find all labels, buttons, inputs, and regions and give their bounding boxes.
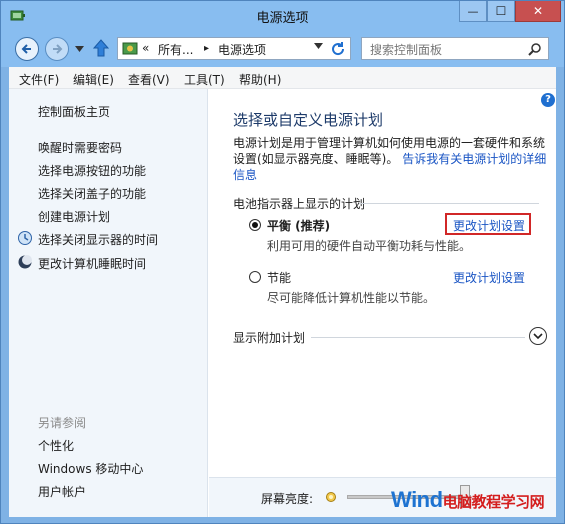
search-box[interactable]: 搜索控制面板 — [361, 37, 549, 60]
watermark-part2: 电脑教程学习网 — [442, 494, 545, 511]
close-icon: ✕ — [532, 4, 544, 18]
sidebar-item-create-plan[interactable]: 创建电源计划 — [38, 208, 110, 225]
back-arrow-icon — [21, 44, 31, 54]
sidebar-item-power-button[interactable]: 选择电源按钮的功能 — [38, 162, 146, 179]
search-input[interactable]: 搜索控制面板 — [370, 41, 442, 58]
menu-tools[interactable]: 工具(T) — [184, 71, 225, 88]
see-also-heading: 另请参阅 — [38, 416, 87, 430]
maximize-icon: ☐ — [495, 4, 507, 18]
page-title: 选择或自定义电源计划 — [233, 111, 384, 129]
sidebar-control-panel-home[interactable]: 控制面板主页 — [38, 103, 110, 120]
title-bar: 电源选项 — ☐ ✕ — [1, 1, 564, 31]
sidebar-item-wake-password[interactable]: 唤醒时需要密码 — [38, 139, 122, 156]
learn-more-link[interactable]: 告诉我有关电源计划的详细 — [402, 152, 546, 166]
see-also-mobility-center[interactable]: Windows 移动中心 — [38, 460, 143, 477]
menu-view[interactable]: 查看(V) — [128, 71, 170, 88]
window: 电源选项 — ☐ ✕ « 所有... ▸ 电源选项 搜索控制面板 文件(F) 编… — [0, 0, 565, 524]
display-timer-icon — [18, 231, 32, 245]
page-description: 电源计划是用于管理计算机如何使用电源的一套硬件和系统 设置(如显示器亮度、睡眠等… — [233, 135, 549, 183]
address-overflow-icon[interactable]: « — [142, 41, 149, 55]
plan-power-saver-name[interactable]: 节能 — [267, 269, 291, 286]
recent-pages-chevron-icon[interactable] — [75, 46, 84, 52]
breadcrumb-all-items[interactable]: 所有... — [158, 41, 193, 58]
brightness-sun-icon — [326, 492, 336, 502]
section-battery-plans: 电池指示器上显示的计划 — [233, 197, 366, 211]
forward-arrow-icon — [53, 44, 63, 54]
back-button[interactable] — [15, 37, 39, 61]
menu-edit[interactable]: 编辑(E) — [73, 71, 114, 88]
chevron-down-icon — [533, 332, 543, 339]
breadcrumb-separator-icon[interactable]: ▸ — [204, 43, 209, 54]
address-history-chevron-icon[interactable] — [314, 43, 323, 49]
plan-balanced-name[interactable]: 平衡 (推荐) — [267, 217, 330, 234]
help-icon[interactable]: ? — [541, 93, 555, 107]
close-button[interactable]: ✕ — [515, 1, 561, 22]
content-area: 控制面板主页 唤醒时需要密码 选择电源按钮的功能 选择关闭盖子的功能 创建电源计… — [9, 89, 556, 517]
additional-plans-divider — [311, 337, 525, 338]
watermark-part1: Wind — [391, 487, 443, 512]
control-panel-icon — [122, 42, 138, 55]
show-additional-plans-label[interactable]: 显示附加计划 — [233, 329, 305, 346]
description-line-1: 电源计划是用于管理计算机如何使用电源的一套硬件和系统 — [233, 136, 546, 150]
plan-balanced-desc: 利用可用的硬件自动平衡功耗与性能。 — [267, 239, 472, 253]
up-level-icon[interactable] — [93, 39, 109, 57]
plan-power-saver-desc: 尽可能降低计算机性能以节能。 — [267, 291, 436, 305]
search-icon[interactable] — [528, 42, 542, 56]
navigation-bar: « 所有... ▸ 电源选项 搜索控制面板 — [1, 31, 564, 67]
brightness-label: 屏幕亮度: — [261, 492, 314, 506]
sidebar-item-sleep-time[interactable]: 更改计算机睡眠时间 — [38, 255, 146, 272]
forward-button[interactable] — [45, 37, 69, 61]
address-bar[interactable]: « 所有... ▸ 电源选项 — [117, 37, 351, 60]
menu-file[interactable]: 文件(F) — [19, 71, 59, 88]
menu-help[interactable]: 帮助(H) — [239, 71, 281, 88]
see-also-user-accounts[interactable]: 用户帐户 — [38, 483, 86, 500]
plan-power-saver-radio[interactable] — [249, 271, 261, 283]
learn-more-link-cont[interactable]: 信息 — [233, 168, 257, 182]
expand-button[interactable] — [529, 327, 547, 345]
minimize-button[interactable]: — — [459, 1, 487, 22]
sidebar-item-display-off-time[interactable]: 选择关闭显示器的时间 — [38, 231, 158, 248]
change-plan-settings-balanced[interactable]: 更改计划设置 — [453, 217, 525, 234]
description-line-2: 设置(如显示器亮度、睡眠等)。 — [233, 152, 399, 166]
plan-balanced-radio[interactable] — [249, 219, 261, 231]
maximize-button[interactable]: ☐ — [487, 1, 515, 22]
sidebar: 控制面板主页 唤醒时需要密码 选择电源按钮的功能 选择关闭盖子的功能 创建电源计… — [9, 89, 208, 517]
site-watermark: Wind电脑教程学习网 — [391, 487, 545, 513]
see-also-personalization[interactable]: 个性化 — [38, 437, 74, 454]
refresh-icon[interactable] — [330, 41, 346, 57]
minimize-icon: — — [467, 4, 479, 18]
section-divider — [359, 203, 539, 204]
change-plan-settings-power-saver[interactable]: 更改计划设置 — [453, 269, 525, 286]
breadcrumb-power-options[interactable]: 电源选项 — [218, 41, 266, 58]
sleep-moon-icon — [18, 255, 32, 269]
menu-bar: 文件(F) 编辑(E) 查看(V) 工具(T) 帮助(H) — [9, 67, 556, 89]
sidebar-item-lid-close[interactable]: 选择关闭盖子的功能 — [38, 185, 146, 202]
main-panel: ? 选择或自定义电源计划 电源计划是用于管理计算机如何使用电源的一套硬件和系统 … — [209, 89, 556, 517]
